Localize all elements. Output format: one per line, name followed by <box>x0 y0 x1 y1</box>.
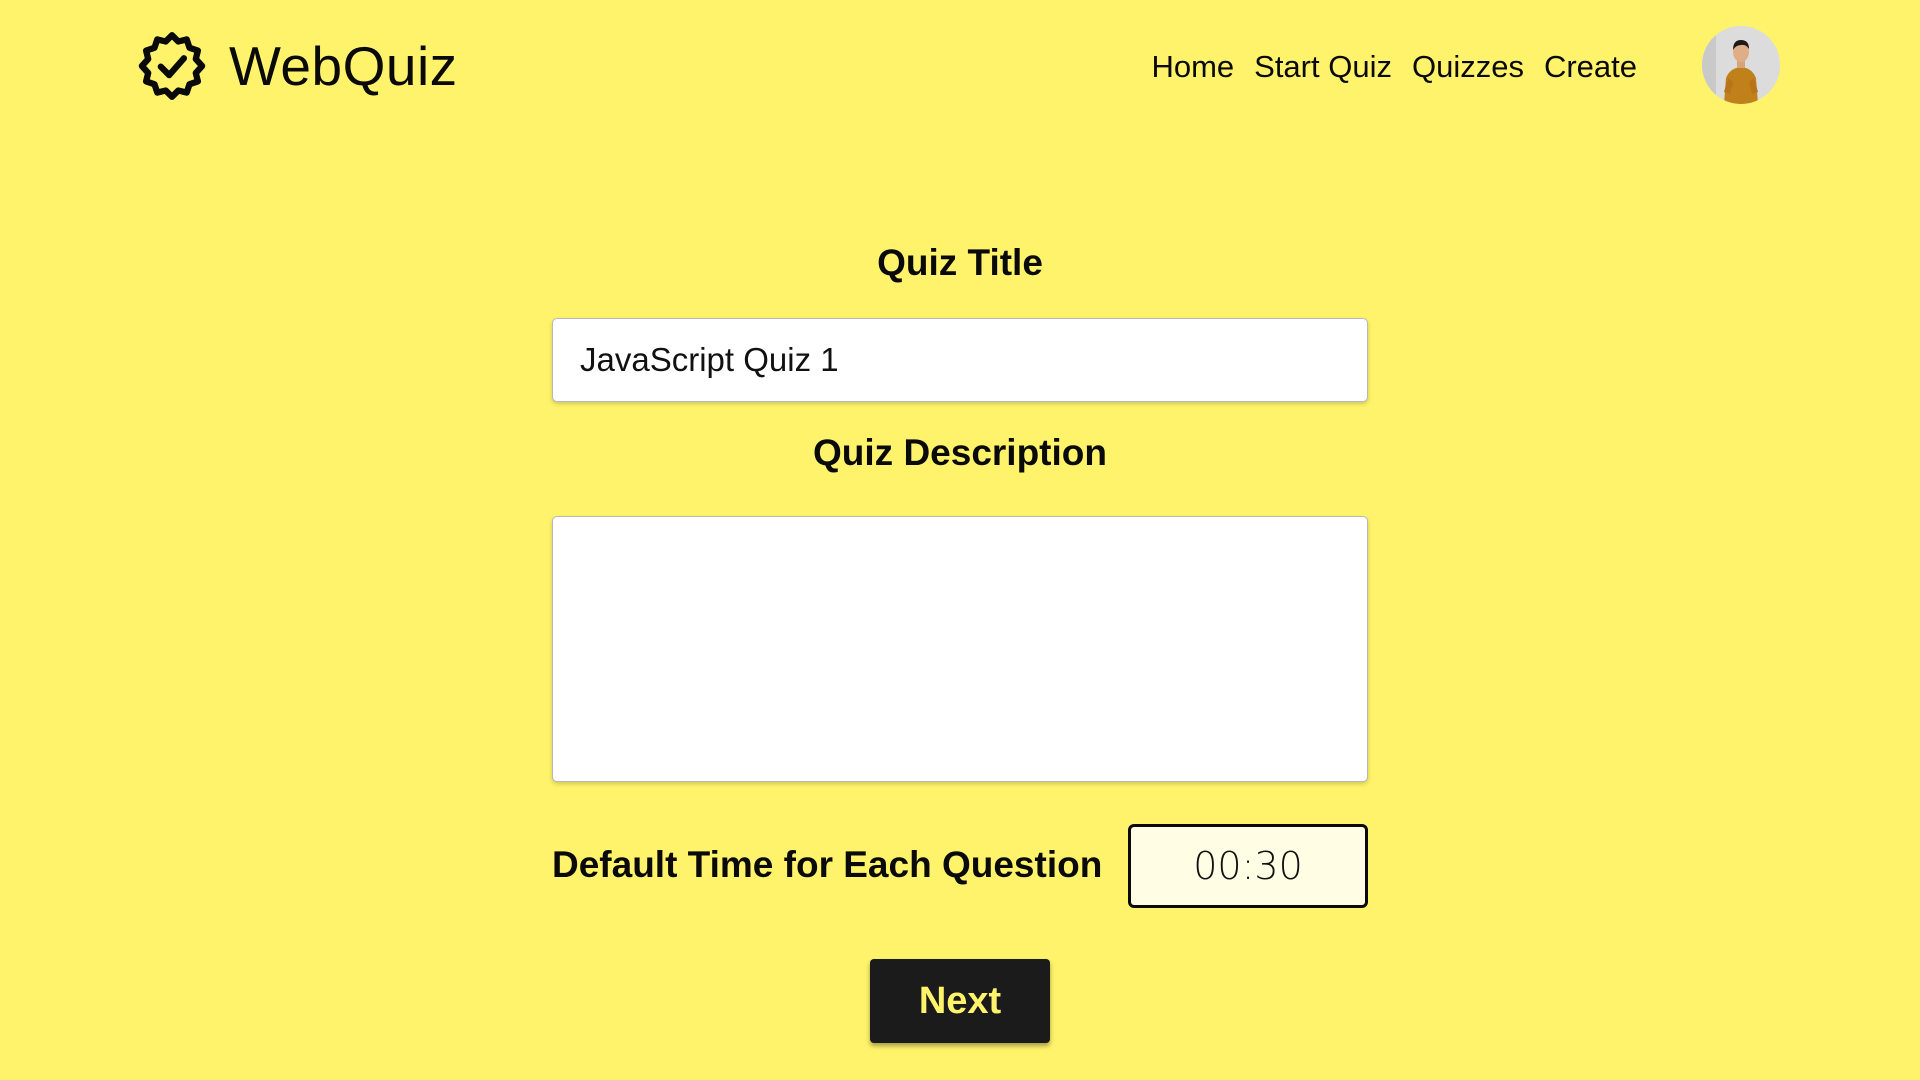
default-time-label: Default Time for Each Question <box>552 844 1103 885</box>
user-avatar[interactable] <box>1702 26 1780 104</box>
quiz-title-input[interactable] <box>552 318 1368 402</box>
quiz-description-input[interactable] <box>552 516 1368 782</box>
next-button[interactable]: Next <box>870 959 1050 1043</box>
default-time-row: Default Time for Each Question <box>552 824 1368 908</box>
top-header: WebQuiz Home Start Quiz Quizzes Create <box>0 0 1920 134</box>
nav-home[interactable]: Home <box>1151 51 1234 82</box>
brand-link[interactable]: WebQuiz <box>137 30 458 102</box>
nav-create[interactable]: Create <box>1544 51 1637 82</box>
page: WebQuiz Home Start Quiz Quizzes Create Q… <box>0 0 1920 1080</box>
nav-start-quiz[interactable]: Start Quiz <box>1254 51 1392 82</box>
brand-name: WebQuiz <box>229 34 458 97</box>
quiz-title-label: Quiz Title <box>877 242 1043 283</box>
nav-quizzes[interactable]: Quizzes <box>1412 51 1524 82</box>
quiz-description-label: Quiz Description <box>813 432 1107 473</box>
avatar-photo-icon <box>1702 26 1780 104</box>
default-time-input[interactable] <box>1128 824 1368 908</box>
badge-check-icon <box>138 32 206 100</box>
main-nav: Home Start Quiz Quizzes Create <box>1151 44 1637 88</box>
